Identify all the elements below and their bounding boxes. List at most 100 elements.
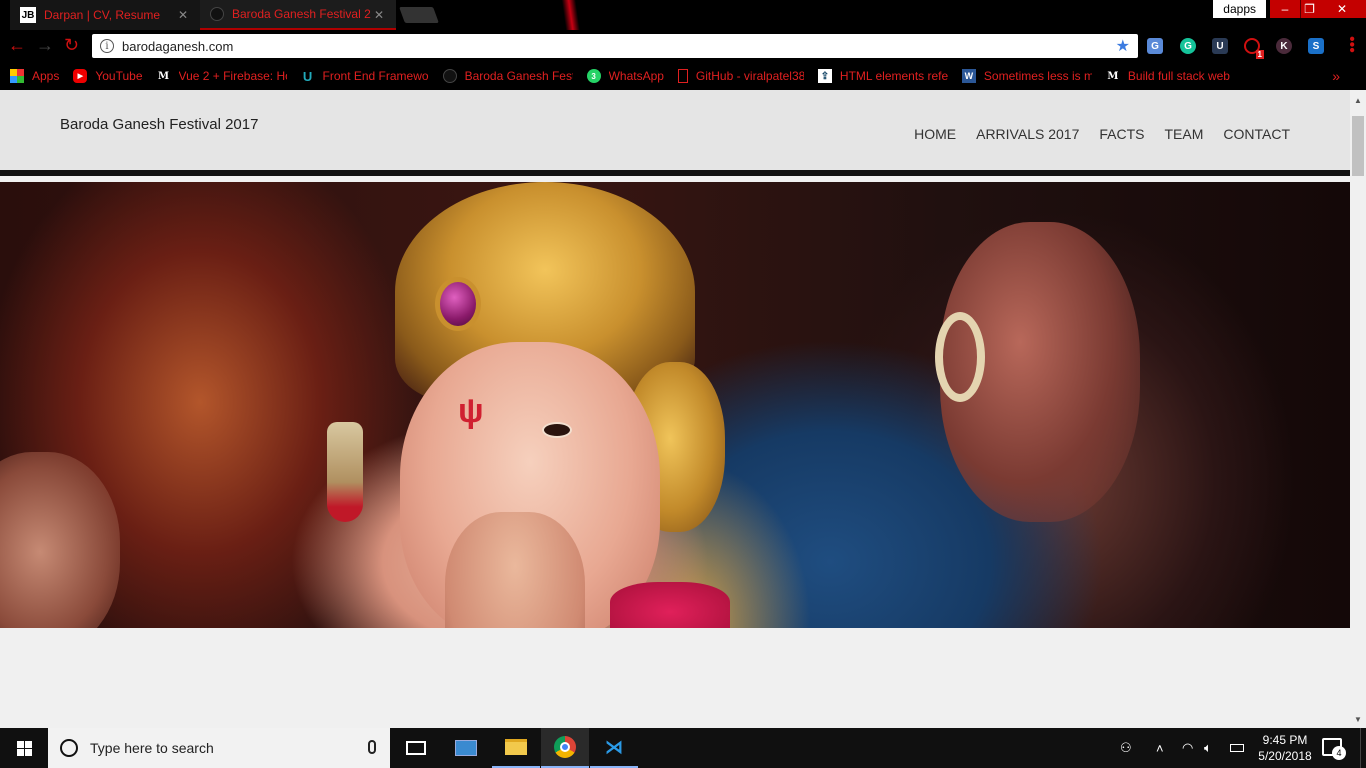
medium-icon: M: [1107, 70, 1119, 82]
bookmark-label: Sometimes less is m: [983, 69, 1092, 83]
bookmark-baroda[interactable]: Baroda Ganesh Festi: [442, 69, 573, 83]
wifi-icon[interactable]: ◠: [1182, 728, 1193, 768]
tab-darpan[interactable]: JB Darpan | CV, Resume ✕: [10, 0, 200, 30]
back-button[interactable]: ←: [8, 36, 26, 54]
minimize-button[interactable]: –: [1270, 0, 1300, 18]
bookmark-github[interactable]: GitHub - viralpatel38: [677, 69, 804, 83]
bookmark-page-icon: [677, 69, 688, 83]
folder-icon: [505, 739, 527, 755]
reload-button[interactable]: ↻: [64, 36, 79, 54]
search-placeholder: Type here to search: [90, 740, 214, 756]
people-icon[interactable]: ⚇: [1120, 728, 1132, 768]
nav-arrivals-2017[interactable]: ARRIVALS 2017: [976, 126, 1079, 142]
mdn-icon: ⇪: [817, 69, 832, 83]
windows-taskbar: Type here to search ⋊ ⚇ ˄ ◠ 🔈︎ 9:45 PM 5…: [0, 728, 1366, 768]
bookmark-label: WhatsApp: [608, 69, 664, 83]
profile-button[interactable]: dapps: [1213, 0, 1266, 18]
restore-button[interactable]: ❐: [1300, 0, 1318, 18]
youtube-icon: ▶: [73, 69, 88, 83]
url-text[interactable]: barodaganesh.com: [122, 39, 233, 54]
bookmark-whatsapp[interactable]: 3 WhatsApp: [586, 69, 664, 83]
bookmark-label: HTML elements refe: [839, 69, 948, 83]
close-tab-icon[interactable]: ✕: [374, 8, 384, 22]
bookmark-label: YouTube: [95, 69, 143, 83]
bookmark-label: Vue 2 + Firebase: Ho: [178, 69, 287, 83]
page-scrollbar[interactable]: ▲ ▼: [1350, 90, 1366, 728]
whatsapp-icon: 3: [586, 69, 601, 83]
bookmark-label: Baroda Ganesh Festi: [464, 69, 573, 83]
close-window-button[interactable]: ✕: [1318, 0, 1366, 18]
idol-bangle: [935, 312, 985, 402]
taskbar-search-box[interactable]: Type here to search: [48, 728, 390, 768]
battery-icon[interactable]: [1230, 728, 1244, 768]
chrome-icon: [554, 736, 576, 758]
hero-image-ganesh-idol: ψ: [0, 182, 1350, 628]
extension-u-icon[interactable]: U: [1212, 38, 1228, 54]
nav-team[interactable]: TEAM: [1164, 126, 1203, 142]
bookmark-label: Apps: [32, 69, 60, 83]
browser-menu-icon[interactable]: •••: [1343, 36, 1360, 53]
scroll-up-arrow-icon[interactable]: ▲: [1354, 96, 1362, 105]
nav-contact[interactable]: CONTACT: [1223, 126, 1290, 142]
clock-time: 9:45 PM: [1262, 733, 1308, 747]
scrollbar-thumb[interactable]: [1352, 116, 1364, 176]
site-title[interactable]: Baroda Ganesh Festival 2017: [60, 116, 258, 133]
extension-s-icon[interactable]: S: [1308, 38, 1324, 54]
bookmark-star-icon[interactable]: ★: [1116, 36, 1130, 56]
new-tab-button[interactable]: [399, 7, 439, 23]
idol-tilak: ψ: [458, 392, 484, 430]
apps-grid-icon: [10, 69, 24, 83]
action-center-icon[interactable]: 4: [1322, 738, 1346, 760]
start-button[interactable]: [0, 728, 48, 768]
bookmark-youtube[interactable]: ▶ YouTube: [73, 69, 143, 83]
bookmark-vue-firebase[interactable]: M Vue 2 + Firebase: Ho: [157, 69, 287, 83]
file-explorer-taskbar-button[interactable]: [492, 728, 540, 768]
computer-icon: [455, 740, 477, 756]
idol-left-arm: [0, 452, 120, 628]
bookmark-label: GitHub - viralpatel38: [695, 69, 804, 83]
microphone-icon[interactable]: [368, 740, 376, 754]
browser-tab-strip: JB Darpan | CV, Resume ✕ Baroda Ganesh F…: [0, 0, 1366, 30]
idol-cloth: [610, 582, 730, 628]
bookmarks-bar: Apps ▶ YouTube M Vue 2 + Firebase: Ho U …: [0, 62, 1366, 90]
this-pc-taskbar-button[interactable]: [442, 728, 490, 768]
chevron-up-icon[interactable]: ˄: [1156, 728, 1164, 768]
show-desktop-button[interactable]: [1360, 728, 1366, 768]
bookmark-label: Build full stack web: [1127, 69, 1230, 83]
idol-trunk: [445, 512, 585, 628]
bookmark-html-elements[interactable]: ⇪ HTML elements refe: [817, 69, 948, 83]
translate-extension-icon[interactable]: G: [1147, 38, 1163, 54]
close-tab-icon[interactable]: ✕: [178, 8, 188, 22]
bookmark-label: Front End Framewo: [322, 69, 429, 83]
nav-home[interactable]: HOME: [914, 126, 956, 142]
cortana-icon[interactable]: [60, 739, 78, 757]
bookmark-apps[interactable]: Apps: [10, 69, 59, 83]
word-icon: W: [961, 69, 976, 83]
volume-icon[interactable]: 🔈︎: [1204, 728, 1212, 768]
scroll-down-arrow-icon[interactable]: ▼: [1354, 715, 1362, 724]
vscode-taskbar-button[interactable]: ⋊: [590, 728, 638, 768]
bookmark-build-full-stack[interactable]: M Build full stack web: [1106, 69, 1230, 83]
idol-jewel: [440, 282, 476, 326]
site-nav: HOME ARRIVALS 2017 FACTS TEAM CONTACT: [894, 126, 1290, 142]
more-bookmarks-button[interactable]: »: [1332, 68, 1340, 84]
blocker-extension-icon[interactable]: 1: [1244, 38, 1264, 59]
grammarly-extension-icon[interactable]: G: [1180, 38, 1196, 54]
bookmark-front-end[interactable]: U Front End Framewo: [301, 69, 429, 84]
tab-baroda-ganesh[interactable]: Baroda Ganesh Festival 2 ✕: [200, 0, 396, 30]
forward-button[interactable]: →: [36, 36, 54, 54]
bookmark-sometimes-less[interactable]: W Sometimes less is m: [961, 69, 1092, 83]
nav-facts[interactable]: FACTS: [1099, 126, 1144, 142]
idol-tassel: [327, 422, 363, 522]
info-icon[interactable]: i: [100, 39, 114, 53]
windows-logo-icon: [16, 740, 32, 756]
address-bar[interactable]: i barodaganesh.com ★: [92, 34, 1138, 58]
task-view-button[interactable]: [392, 728, 440, 768]
chrome-taskbar-button[interactable]: [541, 728, 589, 768]
browser-toolbar: ← → ↻ i barodaganesh.com ★ G G U 1 K S •…: [0, 30, 1366, 62]
extension-k-icon[interactable]: K: [1276, 38, 1292, 54]
task-view-icon: [406, 741, 426, 755]
system-clock[interactable]: 9:45 PM 5/20/2018: [1252, 732, 1318, 764]
tab-title: Darpan | CV, Resume: [44, 8, 161, 22]
jb-favicon-icon: JB: [20, 7, 36, 23]
